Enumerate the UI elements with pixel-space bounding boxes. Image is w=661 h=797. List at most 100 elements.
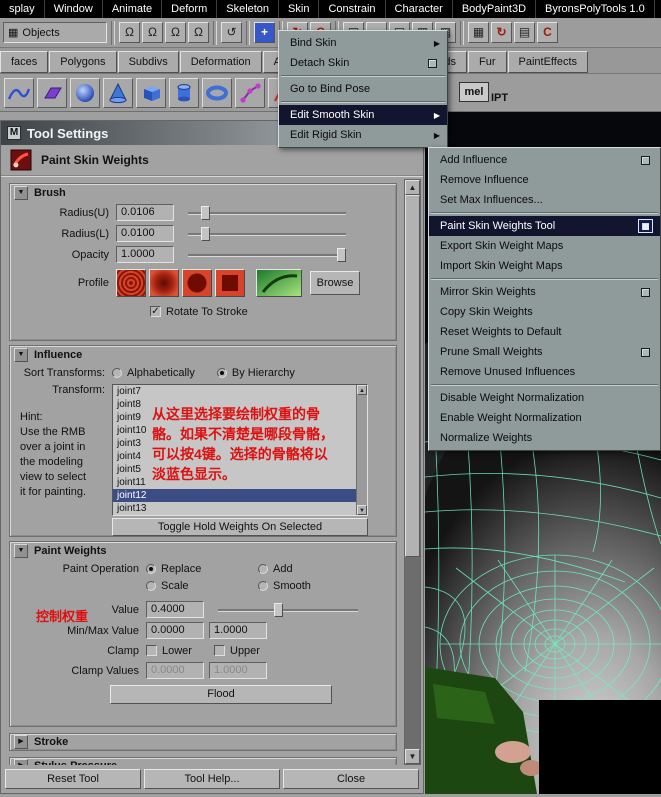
value-field[interactable]: 0.4000 <box>146 601 204 618</box>
slider-handle[interactable] <box>200 205 210 220</box>
collapse-arrow-icon[interactable]: ▼ <box>14 186 28 200</box>
radius-l-slider[interactable] <box>188 226 346 242</box>
menu-bodypaint3d[interactable]: BodyPaint3D <box>453 0 537 18</box>
window-scrollbar[interactable]: ▲ ▼ <box>404 179 421 765</box>
menu-item-detach-skin[interactable]: Detach Skin <box>279 53 447 73</box>
menu-deform[interactable]: Deform <box>162 0 218 18</box>
menu-item-reset-weights-to-default[interactable]: Reset Weights to Default <box>429 322 660 342</box>
menu-animate[interactable]: Animate <box>103 0 163 18</box>
list-item-joint7[interactable]: joint7 <box>113 385 367 398</box>
brush-profile-gaussian-icon[interactable] <box>116 269 146 297</box>
grid-table-icon[interactable]: ▦ <box>468 22 489 43</box>
slider-handle[interactable] <box>200 226 210 241</box>
cube-icon[interactable] <box>136 77 166 108</box>
menu-item-export-skin-weight-maps[interactable]: Export Skin Weight Maps <box>429 236 660 256</box>
alphabetically-radio[interactable]: Alphabetically <box>112 367 195 379</box>
menu-display[interactable]: splay <box>0 0 45 18</box>
tab-painteffects[interactable]: PaintEffects <box>507 51 588 73</box>
menu-item-remove-influence[interactable]: Remove Influence <box>429 170 660 190</box>
expand-arrow-icon[interactable]: ▶ <box>14 735 28 749</box>
menu-skeleton[interactable]: Skeleton <box>217 0 280 18</box>
menu-character[interactable]: Character <box>386 0 453 18</box>
list-item-joint13[interactable]: joint13 <box>113 502 367 515</box>
option-box-icon[interactable] <box>425 56 440 70</box>
menu-item-import-skin-weight-maps[interactable]: Import Skin Weight Maps <box>429 256 660 276</box>
reset-tool-button[interactable]: Reset Tool <box>5 769 141 789</box>
tab-deformation[interactable]: Deformation <box>179 51 262 73</box>
mel-command-icon[interactable]: C <box>537 22 558 43</box>
clamp-lower-checkbox[interactable]: Lower <box>146 645 214 657</box>
menu-constrain[interactable]: Constrain <box>319 0 386 18</box>
tab-fur[interactable]: Fur <box>468 51 507 73</box>
max-value-field[interactable]: 1.0000 <box>209 622 267 639</box>
plus-icon[interactable]: + <box>254 22 275 43</box>
scroll-down-icon[interactable]: ▼ <box>357 505 367 515</box>
radius-l-field[interactable]: 0.0100 <box>116 225 174 242</box>
scroll-up-icon[interactable]: ▲ <box>405 180 420 195</box>
scroll-down-icon[interactable]: ▼ <box>405 749 420 764</box>
sphere-icon[interactable] <box>70 77 100 108</box>
clamp-upper-checkbox[interactable]: Upper <box>214 645 260 657</box>
collapse-arrow-icon[interactable]: ▼ <box>14 348 28 362</box>
menu-skin[interactable]: Skin <box>279 0 320 18</box>
joint-tool-icon[interactable] <box>235 77 265 108</box>
by-hierarchy-radio[interactable]: By Hierarchy <box>216 367 295 379</box>
list-scrollbar[interactable]: ▲ ▼ <box>356 385 367 515</box>
menu-item-go-to-bind-pose[interactable]: Go to Bind Pose <box>279 79 447 99</box>
mel-shelf-item[interactable]: mel IPT <box>459 81 508 104</box>
menu-item-remove-unused-influences[interactable]: Remove Unused Influences <box>429 362 660 382</box>
menu-window[interactable]: Window <box>45 0 103 18</box>
opacity-slider[interactable] <box>188 247 346 263</box>
list-item-joint12-selected[interactable]: joint12 <box>113 489 367 502</box>
plane-icon[interactable] <box>37 77 67 108</box>
toggle-hold-weights-button[interactable]: Toggle Hold Weights On Selected <box>112 518 368 536</box>
close-button[interactable]: Close <box>283 769 419 789</box>
brush-profile-soft-icon[interactable] <box>149 269 179 297</box>
layer-panel-icon[interactable]: ▤ <box>514 22 535 43</box>
menu-item-paint-skin-weights-tool[interactable]: Paint Skin Weights Tool <box>429 216 660 236</box>
snap-view-plane-icon[interactable]: Ω <box>188 22 209 43</box>
brush-profile-square-icon[interactable] <box>215 269 245 297</box>
objects-dropdown[interactable]: ▦ Objects <box>3 22 107 43</box>
opacity-field[interactable]: 1.0000 <box>116 246 174 263</box>
menu-item-prune-small-weights[interactable]: Prune Small Weights <box>429 342 660 362</box>
slider-handle[interactable] <box>274 602 283 617</box>
value-slider[interactable] <box>218 602 358 618</box>
snap-grid-icon[interactable]: Ω <box>119 22 140 43</box>
cone-icon[interactable] <box>103 77 133 108</box>
menu-item-enable-weight-normalization[interactable]: Enable Weight Normalization <box>429 408 660 428</box>
tab-polygons[interactable]: Polygons <box>49 51 117 73</box>
expand-arrow-icon[interactable]: ▶ <box>14 759 28 765</box>
option-box-icon[interactable] <box>638 285 653 299</box>
torus-icon[interactable] <box>202 77 232 108</box>
scrollbar-thumb[interactable] <box>405 195 420 558</box>
flood-button[interactable]: Flood <box>110 684 332 704</box>
scroll-up-icon[interactable]: ▲ <box>357 385 367 395</box>
paint-script-icon[interactable]: ↻ <box>491 22 512 43</box>
option-box-icon[interactable] <box>638 153 653 167</box>
menu-item-edit-rigid-skin[interactable]: Edit Rigid Skin ▶ <box>279 125 447 145</box>
add-radio[interactable]: Add <box>258 563 293 575</box>
scale-radio[interactable]: Scale <box>146 580 258 592</box>
mel-icon[interactable]: mel <box>459 81 489 102</box>
tool-help-button[interactable]: Tool Help... <box>144 769 280 789</box>
cylinder-icon[interactable] <box>169 77 199 108</box>
slider-handle[interactable] <box>337 247 346 262</box>
collapse-arrow-icon[interactable]: ▼ <box>14 544 28 558</box>
menu-item-add-influence[interactable]: Add Influence <box>429 150 660 170</box>
construction-history-icon[interactable]: ↺ <box>221 22 242 43</box>
tab-surfaces[interactable]: faces <box>0 51 49 73</box>
option-box-icon[interactable] <box>638 345 653 359</box>
smooth-radio[interactable]: Smooth <box>258 580 311 592</box>
radius-u-field[interactable]: 0.0106 <box>116 204 174 221</box>
option-box-icon-highlighted[interactable] <box>638 219 653 233</box>
menu-item-copy-skin-weights[interactable]: Copy Skin Weights <box>429 302 660 322</box>
clamp-min-field[interactable]: 0.0000 <box>146 662 204 679</box>
scrollbar-track[interactable] <box>405 557 420 749</box>
tab-subdivs[interactable]: Subdivs <box>117 51 179 73</box>
brush-profile-image-icon[interactable] <box>256 269 302 297</box>
snap-curve-icon[interactable]: Ω <box>142 22 163 43</box>
menu-item-set-max-influences[interactable]: Set Max Influences... <box>429 190 660 210</box>
menu-byronspolytools[interactable]: ByronsPolyTools 1.0 <box>536 0 655 18</box>
menu-item-edit-smooth-skin[interactable]: Edit Smooth Skin ▶ <box>279 105 447 125</box>
